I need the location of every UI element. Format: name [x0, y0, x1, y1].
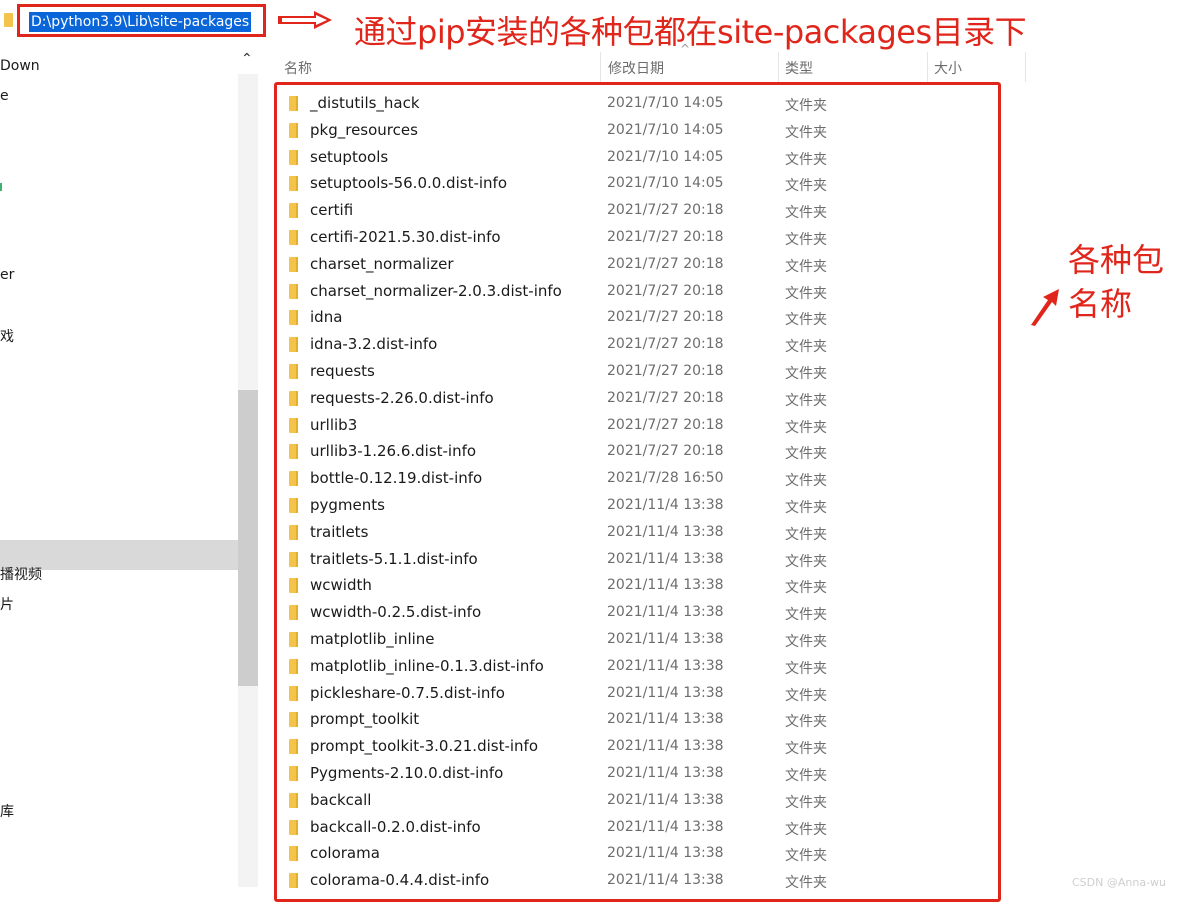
address-bar-row: D:\python3.9\Lib\site-packages 通过pip安装的各…	[0, 0, 1189, 51]
column-divider[interactable]	[1025, 52, 1026, 82]
file-list-highlight	[274, 82, 1001, 902]
address-bar-highlight[interactable]: D:\python3.9\Lib\site-packages	[17, 4, 266, 37]
nav-item[interactable]: Down	[0, 58, 40, 74]
annotation-arrow-right-icon	[278, 11, 332, 29]
address-path[interactable]: D:\python3.9\Lib\site-packages	[29, 12, 252, 32]
annotation-arrow-up-icon	[1031, 289, 1059, 326]
collapse-chevron-up-icon[interactable]: ⌃	[241, 51, 253, 67]
annotation-main: 通过pip安装的各种包都在site-packages目录下	[354, 13, 1027, 51]
column-header-size[interactable]: 大小	[934, 58, 962, 82]
column-header-date[interactable]: 修改日期	[608, 58, 664, 82]
column-header-type[interactable]: 类型	[785, 58, 813, 82]
column-divider[interactable]	[778, 52, 779, 82]
column-divider[interactable]	[600, 52, 601, 82]
sort-indicator-icon: ^	[680, 42, 691, 56]
column-header-name[interactable]: 名称	[284, 58, 312, 82]
annotation-side: 各种包 名称	[1068, 241, 1165, 323]
folder-icon	[4, 13, 13, 27]
watermark: CSDN @Anna-wu	[1072, 876, 1167, 889]
column-divider[interactable]	[927, 52, 928, 82]
